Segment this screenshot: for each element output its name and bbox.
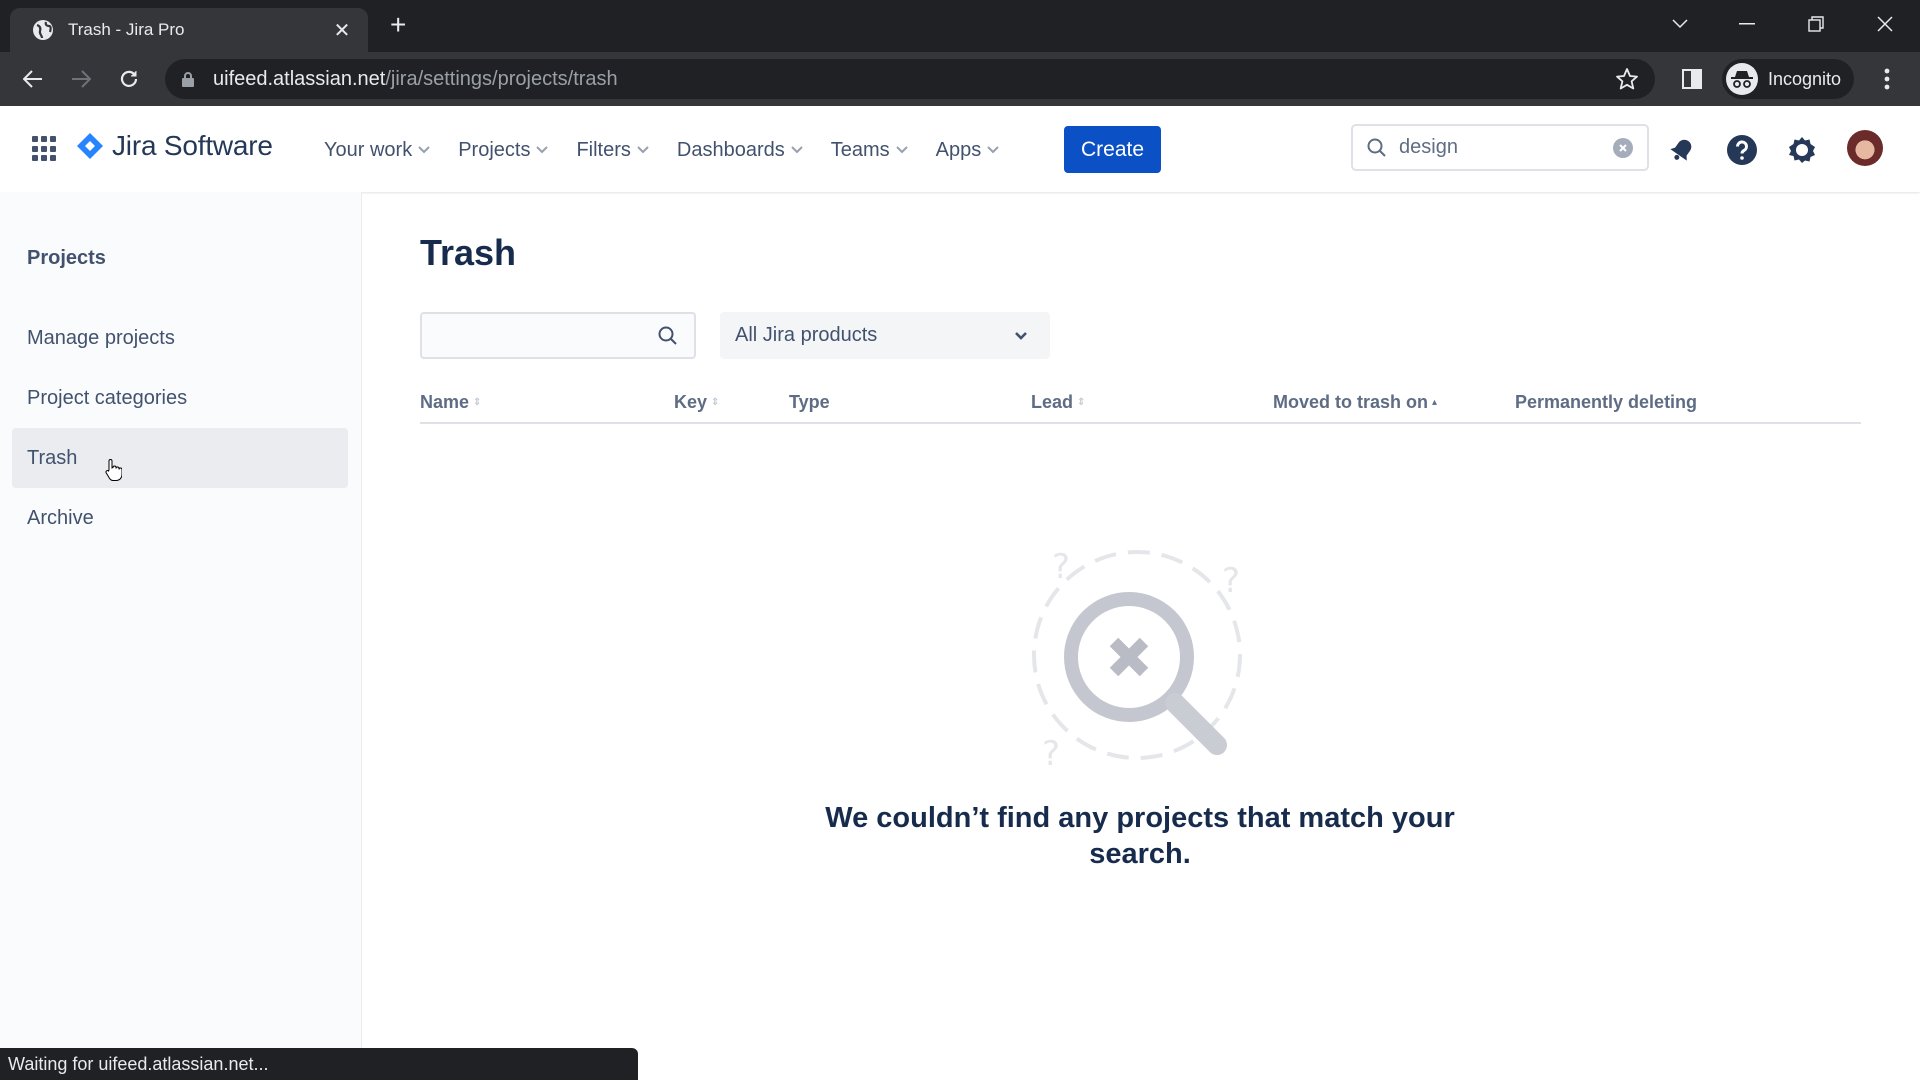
url-host: uifeed.atlassian.net (213, 67, 386, 90)
search-icon (658, 326, 677, 345)
sidebar-item-label: Project categories (27, 386, 188, 409)
nav-projects[interactable]: Projects (458, 130, 549, 170)
table-header: Name ⇕ Key ⇕ Type Lead ⇕ Moved to trash on ▴… (420, 388, 1861, 424)
column-label: Name (420, 392, 470, 412)
chevron-down-icon (536, 146, 549, 154)
column-label: Key (674, 392, 708, 412)
restore-button[interactable] (1796, 8, 1836, 40)
no-results-magnifier-illustration: ? ? ? (1032, 547, 1242, 774)
bookmark-star-icon[interactable] (1615, 67, 1639, 96)
sidebar-item-label: Manage projects (27, 326, 175, 349)
column-header-key[interactable]: Key ⇕ (674, 392, 719, 413)
column-header-name[interactable]: Name ⇕ (420, 392, 481, 413)
sidebar-item-archive[interactable]: Archive (12, 488, 348, 548)
lock-icon (181, 71, 195, 87)
svg-text:?: ? (1052, 547, 1070, 587)
product-filter-value: All Jira products (735, 324, 878, 346)
address-bar[interactable]: uifeed.atlassian.net/jira/settings/proje… (165, 59, 1655, 99)
chevron-down-icon (895, 146, 908, 154)
user-avatar[interactable] (1847, 130, 1883, 166)
sort-icon: ⇕ (473, 396, 482, 408)
sort-ascending-icon: ▴ (1432, 396, 1438, 408)
nav-label: Apps (935, 138, 982, 161)
column-label: Permanently deleting (1515, 392, 1698, 412)
sidebar-item-trash[interactable]: Trash (12, 428, 348, 488)
chevron-down-icon (637, 146, 649, 154)
nav-apps[interactable]: Apps (936, 130, 1000, 170)
product-name: Jira Software (112, 130, 273, 161)
column-header-permanently-deleting: Permanently deleting (1515, 392, 1697, 413)
chevron-down-icon (791, 146, 803, 154)
page-title: Trash (420, 232, 517, 273)
browser-tab-bar: Trash - Jira Pro ✕ + (0, 0, 1920, 52)
column-label: Lead (1031, 392, 1074, 412)
chevron-down-icon (418, 146, 430, 154)
tab-search-icon[interactable] (1660, 8, 1700, 40)
sidebar-item-project-categories[interactable]: Project categories (12, 368, 348, 428)
jira-logo[interactable]: Jira Software (76, 130, 273, 162)
top-nav: Your work Projects Filters Dashboards Te… (324, 130, 1027, 170)
sort-icon: ⇕ (711, 396, 720, 408)
column-header-moved-to-trash-on[interactable]: Moved to trash on ▴ (1273, 392, 1437, 413)
side-panel-icon[interactable] (1675, 62, 1709, 96)
sidebar-heading: Projects (27, 247, 106, 269)
notifications-bell-icon[interactable] (1664, 132, 1700, 168)
nav-label: Dashboards (676, 138, 785, 161)
nav-teams[interactable]: Teams (831, 130, 908, 170)
browser-status-bar: Waiting for uifeed.atlassian.net... (0, 1048, 638, 1080)
browser-tab[interactable]: Trash - Jira Pro ✕ (10, 8, 368, 52)
nav-your-work[interactable]: Your work (324, 130, 430, 170)
column-label: Type (789, 392, 830, 412)
sort-icon: ⇕ (1077, 396, 1086, 408)
sidebar-item-label: Trash (27, 446, 78, 469)
search-icon (1367, 138, 1386, 157)
reload-button[interactable] (112, 62, 146, 96)
browser-menu-icon[interactable] (1870, 62, 1904, 96)
new-tab-button[interactable]: + (390, 11, 406, 39)
svg-text:?: ? (1042, 734, 1060, 774)
hand-pointer-cursor-icon (105, 459, 122, 481)
nav-dashboards[interactable]: Dashboards (677, 130, 803, 170)
column-header-type: Type (789, 392, 830, 413)
project-filter-field[interactable] (422, 314, 642, 357)
nav-filters[interactable]: Filters (576, 130, 649, 170)
minimize-button[interactable] (1727, 8, 1767, 40)
nav-label: Teams (830, 138, 890, 161)
incognito-icon (1726, 63, 1758, 95)
jira-diamond-icon (77, 133, 103, 159)
nav-label: Filters (576, 138, 631, 161)
browser-toolbar: uifeed.atlassian.net/jira/settings/proje… (0, 52, 1920, 106)
global-search-input[interactable]: design (1351, 124, 1649, 171)
url-path: /jira/settings/projects/trash (385, 67, 618, 90)
forward-button[interactable] (64, 62, 98, 96)
app-switcher-icon[interactable] (32, 136, 58, 162)
product-filter-select[interactable]: All Jira products (720, 312, 1050, 359)
jira-header: Jira Software Your work Projects Filters… (0, 106, 1920, 192)
empty-state-message: We couldn’t find any projects that match… (825, 802, 1455, 870)
nav-label: Your work (324, 138, 413, 161)
incognito-label: Incognito (1768, 68, 1842, 89)
sidebar-item-label: Archive (27, 506, 94, 529)
back-button[interactable] (16, 62, 50, 96)
globe-icon (32, 19, 54, 41)
incognito-profile-button[interactable]: Incognito (1722, 59, 1854, 99)
close-window-button[interactable] (1865, 8, 1905, 40)
chevron-down-icon (1015, 331, 1027, 340)
svg-text:?: ? (1222, 561, 1240, 601)
column-header-lead[interactable]: Lead ⇕ (1031, 392, 1085, 413)
chevron-down-icon (987, 146, 999, 154)
sidebar-item-manage-projects[interactable]: Manage projects (12, 308, 348, 368)
search-query: design (1399, 136, 1458, 158)
sidebar: Projects Manage projects Project categor… (0, 192, 362, 1080)
tab-close-icon[interactable]: ✕ (330, 18, 354, 43)
project-filter-input[interactable] (420, 312, 696, 359)
nav-label: Projects (458, 138, 531, 161)
column-label: Moved to trash on (1273, 392, 1429, 412)
help-icon[interactable] (1724, 132, 1760, 168)
settings-gear-icon[interactable] (1784, 132, 1820, 168)
create-button[interactable]: Create (1064, 126, 1161, 173)
clear-search-icon[interactable] (1613, 137, 1633, 158)
tab-title: Trash - Jira Pro (68, 20, 185, 39)
